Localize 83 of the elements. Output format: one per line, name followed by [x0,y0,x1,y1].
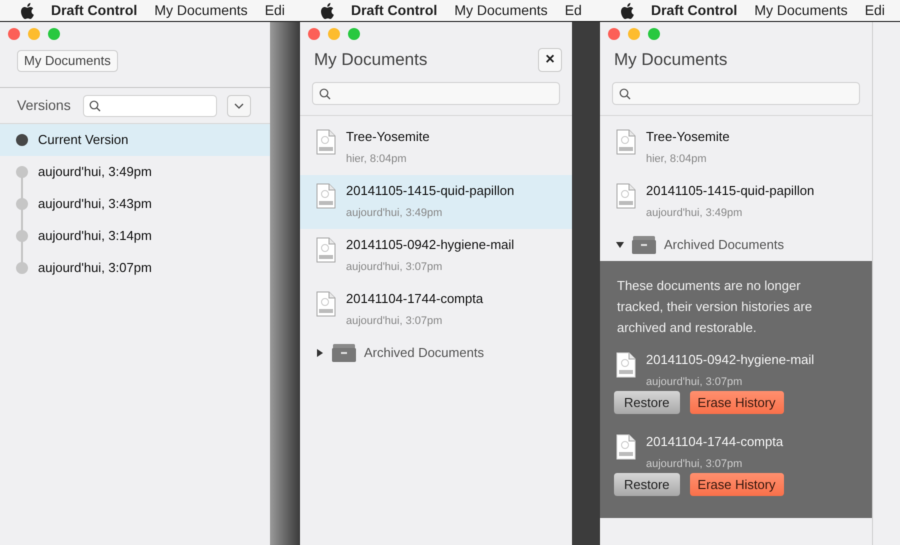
menu-item[interactable]: Edi [264,0,285,21]
document-date: aujourd'hui, 3:07pm [346,314,444,328]
erase-history-button[interactable]: Erase History [690,391,784,414]
window-control-button[interactable] [348,28,360,40]
document-row[interactable]: Tree-Yosemite hier, 8:04pm [300,121,572,175]
text-file-icon [616,352,636,378]
document-name: 20141105-1415-quid-papillon [346,182,514,200]
version-row[interactable]: aujourd'hui, 3:49pm [0,156,270,188]
document-row[interactable]: 20141105-1415-quid-papillon aujourd'hui, 3:49pm [600,175,872,229]
restore-button[interactable]: Restore [614,473,680,496]
version-label: aujourd'hui, 3:14pm [38,227,152,246]
apple-logo-icon[interactable] [620,2,634,18]
version-row[interactable]: aujourd'hui, 3:43pm [0,188,270,220]
menu-item[interactable]: Edi [864,0,885,21]
menu-item[interactable]: Draft Control [351,0,438,21]
archived-documents-toggle[interactable]: Archived Documents [300,337,572,369]
apple-logo-icon[interactable] [20,2,34,18]
panel-title: My Documents [314,49,428,72]
text-file-icon [616,183,636,209]
menu-item[interactable]: Draft Control [51,0,138,21]
document-date: aujourd'hui, 3:07pm [646,374,744,390]
document-date: aujourd'hui, 3:49pm [646,206,744,220]
document-date: aujourd'hui, 3:07pm [646,456,744,472]
window-control-button[interactable] [8,28,20,40]
document-row[interactable]: 20141105-0942-hygiene-mail aujourd'hui, 3:07pm [300,229,572,283]
document-date: hier, 8:04pm [646,152,708,166]
text-file-icon [316,237,336,263]
document-name: 20141105-0942-hygiene-mail [646,351,814,369]
document-row[interactable]: 20141104-1744-compta aujourd'hui, 3:07pm [300,283,572,337]
document-name: 20141104-1744-compta [646,433,784,451]
document-name: Tree-Yosemite [646,128,730,146]
toolbar-button[interactable]: My Documents [17,50,118,72]
document-name: 20141105-1415-quid-papillon [646,182,814,200]
document-name: 20141104-1744-compta [346,290,484,308]
window-control-button[interactable] [608,28,620,40]
text-file-icon [616,129,636,155]
apple-logo-icon[interactable] [320,2,334,18]
version-row[interactable]: aujourd'hui, 3:14pm [0,220,270,252]
search-field[interactable] [82,94,217,116]
erase-history-button[interactable]: Erase History [690,473,784,496]
search-icon [88,100,101,112]
document-name: 20141105-0942-hygiene-mail [346,236,514,254]
menu-item[interactable]: Draft Control [651,0,738,21]
text-file-icon [316,291,336,317]
document-date: aujourd'hui, 3:07pm [346,260,444,274]
archive-note: These documents are no longer tracked, their version histories are archived and restorable. [616,277,814,337]
text-file-icon [616,434,636,460]
document-date: aujourd'hui, 3:49pm [346,206,444,220]
version-row[interactable]: aujourd'hui, 3:07pm [0,252,270,284]
version-label: aujourd'hui, 3:49pm [38,163,152,182]
window-control-button[interactable] [28,28,40,40]
archive-box-icon [332,344,356,362]
version-label: aujourd'hui, 3:43pm [38,195,152,214]
chevron-down-icon [234,102,244,108]
close-button[interactable]: × [538,48,562,72]
menu-item[interactable]: Ed [564,0,582,21]
search-field[interactable] [312,82,560,105]
version-row[interactable]: Current Version [0,124,270,156]
document-row[interactable]: 20141105-1415-quid-papillon aujourd'hui, 3:49pm [300,175,572,229]
archive-box-icon [632,236,656,254]
section-label: Versions [17,96,71,115]
window-control-button[interactable] [648,28,660,40]
archived-documents-toggle[interactable]: Archived Documents [600,229,872,261]
document-row[interactable]: Tree-Yosemite hier, 8:04pm [600,121,872,175]
restore-button[interactable]: Restore [614,391,680,414]
document-name: Tree-Yosemite [346,128,430,146]
menu-item[interactable]: My Documents [754,0,848,21]
panel-title: My Documents [614,49,728,72]
window-control-button[interactable] [328,28,340,40]
document-date: hier, 8:04pm [346,152,408,166]
text-file-icon [316,129,336,155]
menu-item[interactable]: My Documents [454,0,548,21]
search-field[interactable] [612,82,860,105]
window-control-button[interactable] [48,28,60,40]
search-icon [619,88,631,100]
menu-item[interactable]: My Documents [154,0,248,21]
version-label: Current Version [38,131,128,150]
search-icon [319,88,331,100]
text-file-icon [316,183,336,209]
window-control-button[interactable] [308,28,320,40]
dropdown-button[interactable] [226,94,251,116]
version-label: aujourd'hui, 3:07pm [38,259,152,278]
window-control-button[interactable] [628,28,640,40]
